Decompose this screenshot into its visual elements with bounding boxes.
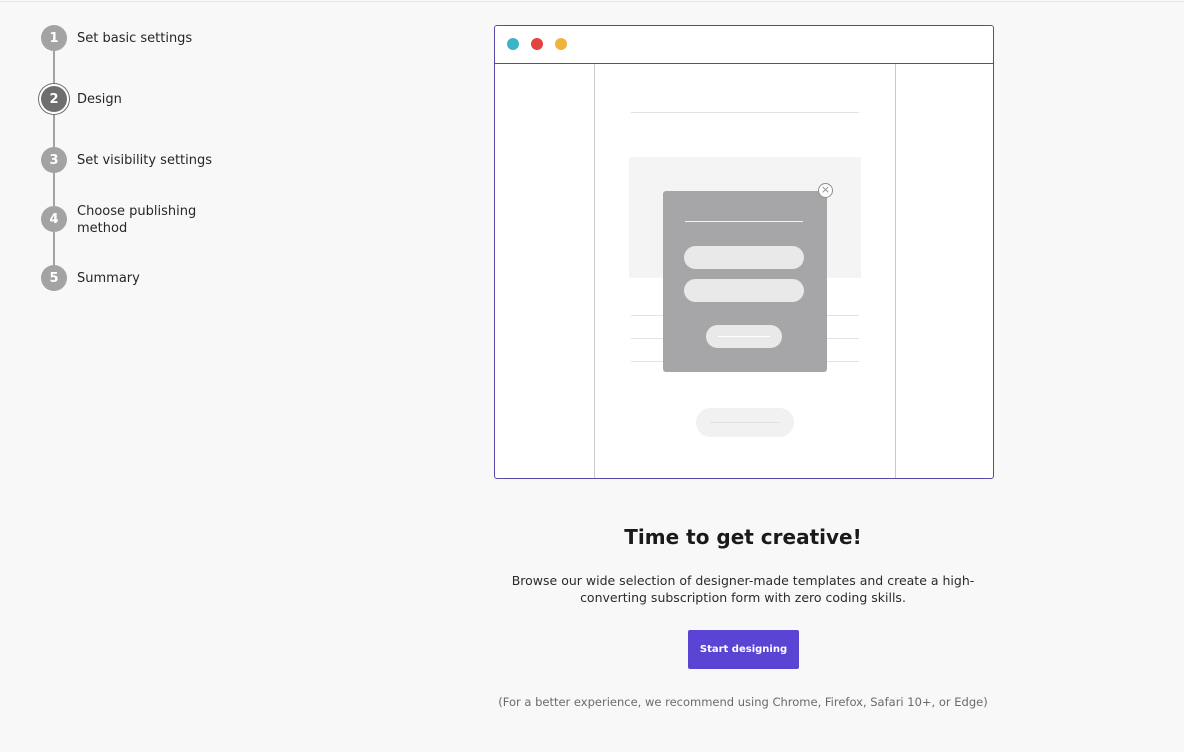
- popup-button-placeholder: [706, 325, 782, 348]
- step-number-badge: 1: [41, 25, 67, 51]
- window-dot-yellow-icon: [555, 38, 567, 50]
- page-headline: Time to get creative!: [624, 525, 862, 549]
- form-preview-illustration: ×: [494, 25, 994, 479]
- progress-stepper: 1 Set basic settings 2 Design 3 Set visi…: [0, 0, 260, 320]
- close-icon: ×: [818, 183, 833, 198]
- window-dot-teal-icon: [507, 38, 519, 50]
- step-label: Set basic settings: [77, 31, 193, 46]
- step-connector: [53, 173, 55, 206]
- popup-field-placeholder: [684, 246, 804, 269]
- start-designing-button[interactable]: Start designing: [688, 630, 799, 669]
- step-number-badge: 4: [41, 206, 67, 232]
- step-number-badge: 5: [41, 265, 67, 291]
- step-label: Choose publishing method: [77, 204, 197, 236]
- popup-field-placeholder: [684, 279, 804, 302]
- step-connector: [53, 112, 55, 147]
- window-dot-red-icon: [531, 38, 543, 50]
- step-connector: [53, 232, 55, 265]
- button-placeholder: [696, 408, 794, 437]
- step-connector: [53, 51, 55, 86]
- step-label: Set visibility settings: [77, 153, 213, 168]
- heading-line-placeholder: [631, 112, 859, 113]
- popup-title-placeholder: [685, 221, 803, 222]
- popup-form-mockup: [663, 191, 827, 372]
- step-number-badge: 2: [41, 86, 67, 112]
- step-label: Summary: [77, 271, 140, 286]
- page-description: Browse our wide selection of designer-ma…: [511, 573, 975, 605]
- step-number-badge: 3: [41, 147, 67, 173]
- step-label: Design: [77, 92, 122, 107]
- browser-recommendation-note: (For a better experience, we recommend u…: [498, 695, 988, 709]
- browser-toolbar: [495, 26, 993, 64]
